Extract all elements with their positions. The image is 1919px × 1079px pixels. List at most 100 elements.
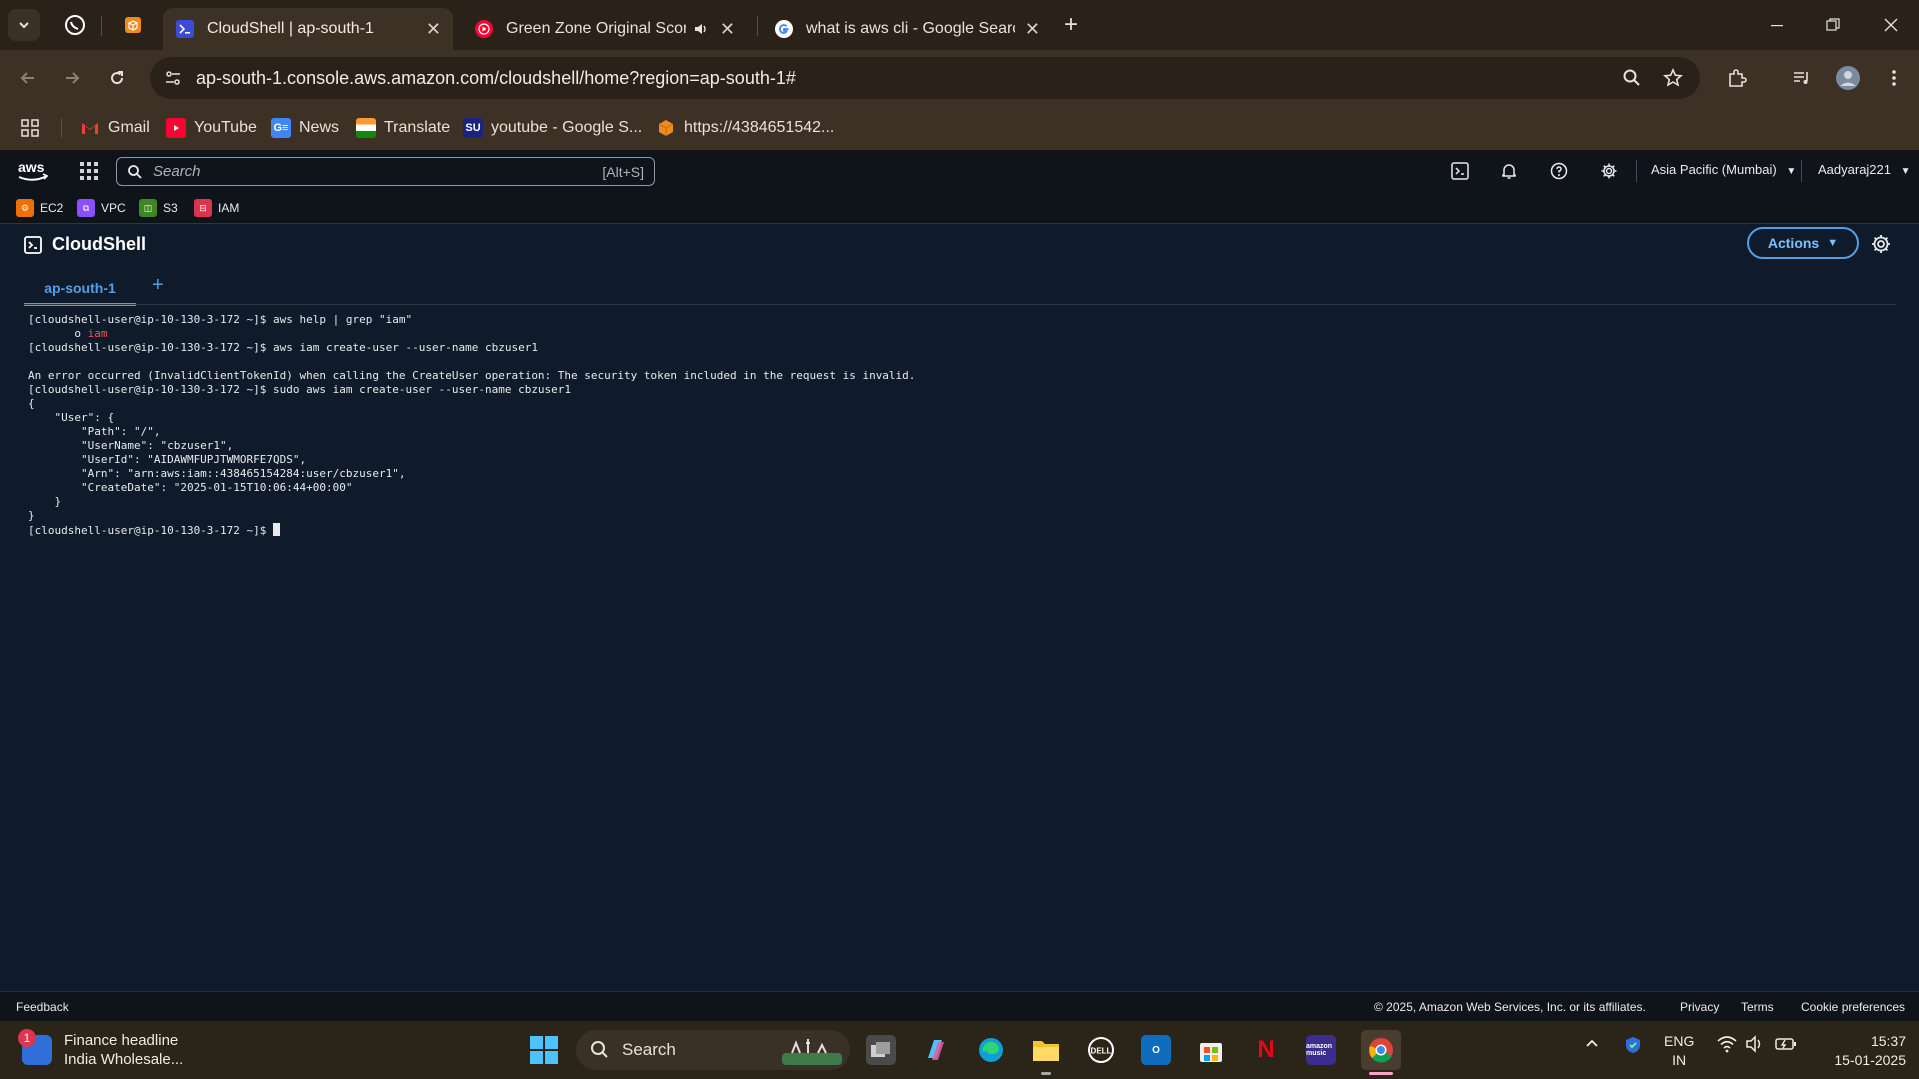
restore-button[interactable] <box>1818 10 1848 40</box>
favorite-iam[interactable]: ⊟ IAM <box>194 199 239 217</box>
pinned-tab-whatsapp[interactable] <box>60 10 90 40</box>
close-icon <box>1884 18 1898 32</box>
close-window-button[interactable] <box>1876 10 1906 40</box>
privacy-link[interactable]: Privacy <box>1680 1000 1719 1014</box>
tab-green-zone[interactable]: Green Zone Original Score ✕ <box>462 8 747 50</box>
language-indicator[interactable]: ENG IN <box>1664 1032 1694 1070</box>
search-shortcut-hint: [Alt+S] <box>602 163 644 180</box>
amazon-music-icon[interactable]: amazon music <box>1306 1035 1336 1065</box>
region-selector[interactable]: Asia Pacific (Mumbai) ▼ <box>1651 162 1796 177</box>
bookmark-youtube[interactable]: YouTube <box>166 116 257 140</box>
browser-menu-button[interactable] <box>1880 64 1908 92</box>
close-tab-icon[interactable]: ✕ <box>426 19 441 40</box>
volume-icon[interactable] <box>1745 1035 1765 1056</box>
feedback-link[interactable]: Feedback <box>16 1000 69 1014</box>
microsoft-store-icon[interactable] <box>1196 1035 1226 1065</box>
bookmark-label: Gmail <box>108 119 150 136</box>
close-tab-icon[interactable]: ✕ <box>1025 19 1040 40</box>
tab-cloudshell[interactable]: CloudShell | ap-south-1 ✕ <box>163 8 453 50</box>
favorite-label: S3 <box>163 201 178 215</box>
task-view-icon[interactable] <box>866 1035 896 1065</box>
gear-icon <box>1601 163 1617 179</box>
reload-button[interactable] <box>103 64 131 92</box>
copilot-icon[interactable] <box>921 1035 951 1065</box>
aws-footer: Feedback © 2025, Amazon Web Services, In… <box>0 991 1919 1021</box>
close-tab-icon[interactable]: ✕ <box>720 19 735 40</box>
magnifier-icon <box>1623 69 1640 86</box>
bookmark-gmail[interactable]: Gmail <box>80 116 150 140</box>
wifi-icon[interactable] <box>1717 1035 1737 1056</box>
terminal-line: { <box>28 397 1898 411</box>
media-controls-button[interactable] <box>1788 64 1816 92</box>
battery-icon[interactable] <box>1775 1035 1797 1056</box>
speaker-icon[interactable] <box>692 20 710 38</box>
site-info-button[interactable] <box>160 65 186 91</box>
bookmark-label: https://4384651542... <box>684 119 835 136</box>
new-tab-button[interactable]: + <box>1064 11 1078 39</box>
chrome-icon[interactable] <box>1361 1030 1401 1070</box>
aws-logo-icon[interactable]: aws <box>16 158 50 184</box>
caret-down-icon: ▼ <box>1900 166 1911 177</box>
tab-divider <box>24 304 1896 305</box>
edge-browser-icon[interactable] <box>976 1035 1006 1065</box>
zoom-button[interactable] <box>1618 64 1646 92</box>
tune-icon <box>166 71 180 85</box>
tab-ap-south-1[interactable]: ap-south-1 <box>24 272 136 306</box>
tab-google-search[interactable]: what is aws cli - Google Search ✕ <box>762 8 1052 50</box>
favorite-vpc[interactable]: ⧉ VPC <box>77 199 126 217</box>
start-button[interactable] <box>530 1036 558 1064</box>
terminal-icon <box>24 235 42 254</box>
bookmark-label: Translate <box>384 119 451 136</box>
address-bar[interactable]: ap-south-1.console.aws.amazon.com/clouds… <box>150 57 1700 99</box>
bookmark-translate[interactable]: Translate <box>356 116 450 140</box>
file-explorer-icon[interactable] <box>1031 1035 1061 1065</box>
show-hidden-icons-button[interactable] <box>1584 1035 1600 1054</box>
security-shield-icon[interactable] <box>1623 1035 1643 1058</box>
minimize-icon <box>1771 25 1783 27</box>
favorite-label: IAM <box>218 201 240 215</box>
terminal-line-text: [cloudshell-user@ip-10-130-3-172 ~]$ sud… <box>28 383 572 396</box>
profile-avatar[interactable] <box>1834 64 1862 92</box>
clock[interactable]: 15:37 15-01-2025 <box>1816 1032 1906 1070</box>
dell-icon[interactable]: DELL <box>1086 1035 1116 1065</box>
account-menu[interactable]: Aadyaraj221 ▼ <box>1818 162 1911 177</box>
minimize-button[interactable] <box>1762 10 1792 40</box>
bookmark-news[interactable]: G≡ News <box>271 116 339 140</box>
back-button[interactable] <box>14 64 42 92</box>
browser-toolbar: ap-south-1.console.aws.amazon.com/clouds… <box>0 50 1919 106</box>
gear-icon[interactable] <box>1870 233 1892 255</box>
tab-search-button[interactable] <box>8 9 40 41</box>
caret-down-icon: ▼ <box>1786 166 1797 177</box>
add-tab-button[interactable]: + <box>152 274 164 297</box>
cloudshell-header-button[interactable] <box>1449 160 1471 182</box>
bookmark-youtube-google-search[interactable]: SU youtube - Google S... <box>463 116 642 140</box>
netflix-icon[interactable]: N <box>1251 1035 1281 1065</box>
aws-search-input[interactable]: Search [Alt+S] <box>116 157 655 186</box>
terminal-line-text: "User": { <box>28 411 115 424</box>
help-button[interactable] <box>1548 160 1570 182</box>
cookie-preferences-link[interactable]: Cookie preferences <box>1801 1000 1905 1014</box>
forward-button[interactable] <box>58 64 86 92</box>
favorite-ec2[interactable]: ⚙ EC2 <box>16 199 63 217</box>
favorite-s3[interactable]: ◫ S3 <box>139 199 178 217</box>
notifications-button[interactable] <box>1498 160 1520 182</box>
news-widget[interactable]: 1 Finance headline India Wholesale... <box>18 1029 183 1069</box>
outlook-icon[interactable]: O <box>1141 1035 1171 1065</box>
url-text: ap-south-1.console.aws.amazon.com/clouds… <box>196 67 796 88</box>
browser-tab-strip: CloudShell | ap-south-1 ✕ Green Zone Ori… <box>0 0 1919 50</box>
apps-button[interactable] <box>20 116 40 140</box>
india-flag-icon <box>356 118 376 138</box>
extensions-button[interactable] <box>1723 64 1751 92</box>
services-menu-icon[interactable] <box>80 162 98 180</box>
pinned-tab-app[interactable] <box>118 10 148 40</box>
iam-icon: ⊟ <box>194 199 212 217</box>
settings-button[interactable] <box>1598 160 1620 182</box>
bookmark-https-link[interactable]: https://4384651542... <box>656 116 834 140</box>
clock-time: 15:37 <box>1870 1033 1906 1049</box>
terms-link[interactable]: Terms <box>1741 1000 1774 1014</box>
taskbar-search[interactable]: Search <box>576 1030 850 1070</box>
terminal-output[interactable]: [cloudshell-user@ip-10-130-3-172 ~]$ aws… <box>28 313 1898 983</box>
actions-button[interactable]: Actions ▼ <box>1747 227 1859 259</box>
cube-icon <box>125 17 141 33</box>
bookmark-star-button[interactable] <box>1659 64 1687 92</box>
